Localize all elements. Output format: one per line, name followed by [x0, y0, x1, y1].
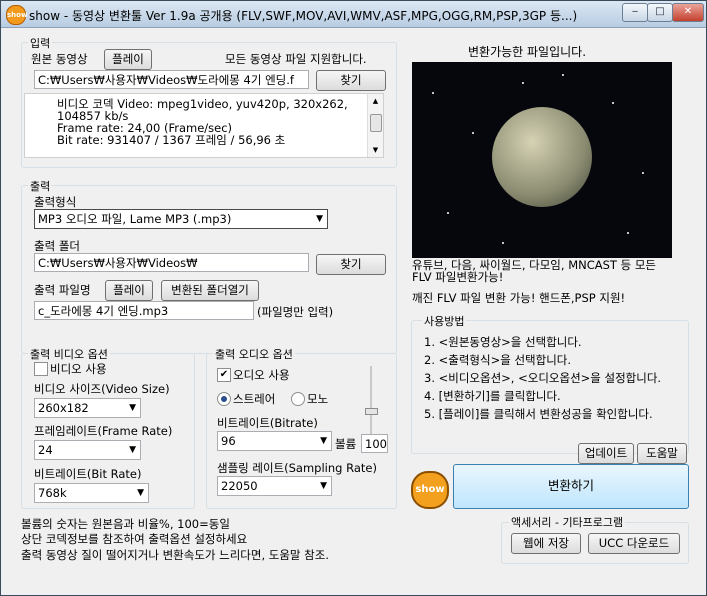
window-title: show - 동영상 변환툴 Ver 1.9a 공개용 (FLV,SWF,MOV…: [29, 9, 578, 23]
audio-bitrate-value: 96: [221, 434, 236, 448]
source-browse-button[interactable]: 찾기: [316, 70, 386, 91]
title-bar[interactable]: show show - 동영상 변환툴 Ver 1.9a 공개용 (FLV,SW…: [1, 1, 706, 28]
open-folder-button[interactable]: 변환된 폴더열기: [161, 280, 259, 301]
scroll-thumb[interactable]: [370, 114, 382, 132]
codec-info-box[interactable]: 비디오 코덱 Video: mpeg1video, yuv420p, 320x2…: [24, 93, 384, 158]
web-save-button[interactable]: 웹에 저장: [511, 533, 581, 554]
note-line: 볼륨의 숫자는 원본음과 비율%, 100=동일: [21, 517, 230, 531]
show-logo: show: [411, 471, 449, 509]
support-text: 모든 동영상 파일 지원합니다.: [225, 52, 367, 66]
use-video-label: 비디오 사용: [50, 362, 107, 376]
sampling-select[interactable]: 22050 ▼: [217, 476, 332, 496]
scroll-down-icon[interactable]: ▼: [368, 146, 383, 154]
usage-step: 3. <비디오옵션>, <오디오옵션>을 설정합니다.: [424, 371, 662, 385]
usage-title: 사용방법: [422, 313, 467, 329]
client-area: 입력 원본 동영상 플레이 모든 동영상 파일 지원합니다. C:₩Users₩…: [4, 28, 703, 592]
source-path-field[interactable]: C:₩Users₩사용자₩Videos₩도라에몽 4기 엔딩.f: [34, 70, 309, 89]
video-size-select[interactable]: 260x182 ▼: [34, 398, 141, 418]
video-options-title: 출력 비디오 옵션: [28, 346, 110, 362]
input-group-title: 입력: [28, 35, 53, 51]
framerate-select[interactable]: 24 ▼: [34, 440, 141, 460]
app-window: show show - 동영상 변환툴 Ver 1.9a 공개용 (FLV,SW…: [0, 0, 707, 596]
audio-bitrate-select[interactable]: 96 ▼: [217, 431, 332, 451]
chevron-down-icon: ▼: [137, 488, 144, 498]
use-video-checkbox[interactable]: [34, 362, 48, 376]
format-select[interactable]: MP3 오디오 파일, Lame MP3 (.mp3) ▼: [34, 209, 328, 229]
stereo-label: 스트레어: [233, 392, 276, 406]
filename-hint: (파일명만 입력): [257, 305, 334, 319]
minimize-button[interactable]: ‒: [622, 3, 648, 22]
star-dot: [522, 82, 524, 84]
audio-options-title: 출력 오디오 옵션: [213, 346, 295, 362]
star-dot: [562, 74, 564, 76]
preview-caption: 변환가능한 파일입니다.: [468, 45, 587, 59]
chevron-down-icon: ▼: [129, 403, 136, 413]
note-line: 출력 동영상 질이 떨어지거나 변환속도가 느리다면, 도움말 참조.: [21, 548, 329, 562]
mono-label: 모노: [307, 392, 329, 406]
usage-step: 4. [변환하기]를 클릭합니다.: [424, 389, 561, 403]
format-value: MP3 오디오 파일, Lame MP3 (.mp3): [38, 212, 232, 226]
output-group-title: 출력: [28, 178, 53, 194]
star-dot: [627, 232, 629, 234]
output-folder-field[interactable]: C:₩Users₩사용자₩Videos₩: [34, 253, 309, 272]
format-label: 출력형식: [34, 195, 77, 209]
codec-info-scrollbar[interactable]: ▲ ▼: [367, 94, 383, 157]
codec-info-text: 비디오 코덱 Video: mpeg1video, yuv420p, 320x2…: [57, 98, 357, 146]
output-filename-field[interactable]: c_도라에몽 4기 엔딩.mp3: [34, 301, 254, 320]
source-video-label: 원본 동영상: [31, 52, 88, 66]
output-folder-label: 출력 폴더: [34, 239, 80, 253]
app-icon: show: [6, 5, 27, 25]
mono-radio[interactable]: [291, 392, 305, 406]
update-button[interactable]: 업데이트: [578, 443, 634, 464]
maximize-button[interactable]: □: [647, 3, 673, 22]
star-dot: [432, 92, 434, 94]
scroll-up-icon[interactable]: ▲: [368, 97, 383, 105]
volume-field[interactable]: 100: [361, 434, 388, 453]
chevron-down-icon: ▼: [320, 436, 327, 446]
star-dot: [447, 212, 449, 214]
planet-image: [492, 107, 592, 207]
promo-line: 깨진 FLV 파일 변환 가능! 핸드폰,PSP 지원!: [412, 291, 626, 305]
audio-bitrate-label: 비트레이트(Bitrate): [217, 416, 318, 430]
star-dot: [502, 242, 504, 244]
ucc-download-button[interactable]: UCC 다운로드: [588, 533, 680, 554]
star-dot: [612, 102, 614, 104]
usage-step: 1. <원본동영상>을 선택합니다.: [424, 335, 582, 349]
use-audio-label: 오디오 사용: [233, 368, 290, 382]
output-filename-label: 출력 파일명: [34, 283, 91, 297]
usage-step: 5. [플레이]를 클릭해서 변환성공을 확인합니다.: [424, 407, 653, 421]
usage-step: 2. <출력형식>을 선택합니다.: [424, 353, 572, 367]
help-button[interactable]: 도움말: [637, 443, 687, 464]
output-folder-browse-button[interactable]: 찾기: [316, 254, 386, 275]
framerate-value: 24: [38, 443, 53, 457]
video-size-label: 비디오 사이즈(Video Size): [34, 382, 170, 396]
convert-button[interactable]: 변환하기: [453, 464, 689, 509]
accessories-title: 액세서리 - 기타프로그램: [509, 514, 626, 530]
star-dot: [472, 132, 474, 134]
sampling-label: 샘플링 레이트(Sampling Rate): [217, 461, 377, 475]
video-bitrate-select[interactable]: 768k ▼: [34, 483, 149, 503]
video-bitrate-label: 비트레이트(Bit Rate): [34, 467, 142, 481]
note-line: 상단 코덱정보를 참조하여 출력옵션 설정하세요: [21, 532, 248, 546]
sampling-value: 22050: [221, 479, 258, 493]
codec-info-line: Bit rate: 931407 / 1367 프레임 / 56,96 초: [57, 133, 286, 147]
stereo-radio[interactable]: [217, 392, 231, 406]
video-size-value: 260x182: [38, 401, 89, 415]
chevron-down-icon: ▼: [320, 481, 327, 491]
video-preview: [412, 62, 672, 258]
output-play-button[interactable]: 플레이: [105, 280, 153, 301]
chevron-down-icon: ▼: [129, 445, 136, 455]
framerate-label: 프레임레이트(Frame Rate): [34, 424, 173, 438]
promo-line: FLV 파일변환가능!: [412, 270, 504, 284]
use-audio-checkbox[interactable]: ✔: [217, 368, 231, 382]
source-play-button[interactable]: 플레이: [104, 49, 152, 70]
chevron-down-icon: ▼: [316, 214, 323, 224]
volume-slider-track[interactable]: [370, 366, 372, 434]
volume-label: 볼륨: [335, 437, 357, 451]
video-bitrate-value: 768k: [38, 486, 67, 500]
close-button[interactable]: ✕: [672, 3, 704, 22]
star-dot: [642, 172, 644, 174]
volume-slider-thumb[interactable]: [365, 408, 378, 415]
